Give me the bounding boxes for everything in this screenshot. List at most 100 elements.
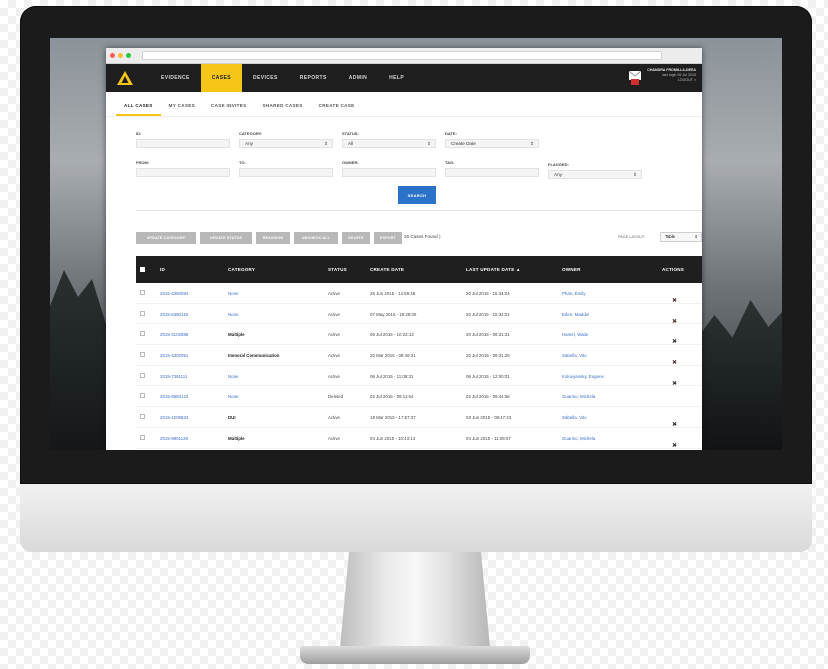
uncheck-all-button[interactable]: UNCHECK ALL [294,232,338,244]
search-button[interactable]: SEARCH [398,186,436,204]
column-last-update[interactable]: LAST UPDATE DATE ▲ [466,267,521,272]
table-body: 2015-4350094 None Active 25 Jun 2015 - 14:5… [136,283,702,449]
minimize-window-icon[interactable] [118,53,123,58]
case-category: None [228,373,239,379]
tab-create-case[interactable]: CREATE CASE [311,100,363,116]
tag-input[interactable] [445,168,539,177]
case-create-date: 04 Jun 2015 - 10:43:14 [370,435,416,441]
case-status: Active [328,311,340,317]
page-layout-label: PAGE LAYOUT: [618,235,645,239]
reassign-button[interactable]: REASSIGN [256,232,290,244]
monitor-stand [340,552,490,648]
nav-evidence[interactable]: EVIDENCE [150,64,201,92]
nav-devices[interactable]: DEVICES [242,64,289,92]
row-checkbox[interactable] [140,310,145,316]
case-owner-link[interactable]: Sabella, Vito [562,415,587,420]
column-category[interactable]: CATEGORY [228,267,255,272]
case-owner-link[interactable]: Kolovyansky, Eugene [562,374,604,379]
app-logo-icon[interactable] [114,69,136,87]
column-id[interactable]: ID [160,267,165,272]
row-checkbox[interactable] [140,352,145,358]
flagged-select[interactable]: Any ⇕ [548,170,642,179]
case-last-update: 20 Jul 2015 - 15:34:04 [466,291,510,296]
case-status: Deleted [328,394,344,400]
row-checkbox[interactable] [140,434,145,440]
page-layout-select[interactable]: Table ⇕ [660,232,702,242]
date-label: DATE: [445,131,457,136]
address-bar[interactable] [142,51,662,60]
case-category: None [228,291,239,296]
table-row[interactable]: 2015-7381111 None Active 06 Jul 2015 - 11:0… [136,366,702,387]
case-id-link[interactable]: 2015-4302091 [160,353,188,358]
case-id-link[interactable]: 2015-4209834 [160,415,188,420]
case-id-link[interactable]: 2015-3102888 [160,332,188,337]
case-status: Active [328,435,340,441]
monitor-stand-base [300,646,530,664]
case-last-update: 03 Jun 2015 - 08:47:43 [466,415,512,421]
date-select[interactable]: Create Date ⇕ [445,139,539,148]
nav-help[interactable]: HELP [378,64,415,92]
from-label: FROM: [136,160,150,165]
row-checkbox[interactable] [140,393,145,399]
to-input[interactable] [239,168,333,177]
nav-cases[interactable]: CASES [200,64,242,92]
case-id-link[interactable]: 2015-6390119 [160,312,188,317]
case-id-link[interactable]: 2015-4350094 [160,291,188,296]
browser-window: EVIDENCE CASES DEVICES REPORTS ADMIN HEL… [106,48,702,450]
id-input[interactable] [136,139,230,148]
row-checkbox[interactable] [140,414,145,420]
row-checkbox[interactable] [140,290,145,295]
nav-admin[interactable]: ADMIN [338,64,378,92]
tab-my-cases[interactable]: MY CASES [161,100,203,116]
case-category: DUI [228,415,236,421]
case-create-date: 06 Jul 2015 - 10:23:13 [370,332,414,338]
tab-shared-cases[interactable]: SHARED CASES [254,100,310,116]
case-owner-link[interactable]: Guarino, Michela [562,394,595,399]
case-owner-link[interactable]: Hamel, Wade [562,332,588,337]
tab-case-invites[interactable]: CASE INVITES [203,100,255,116]
case-owner-link[interactable]: Phan, Emily [562,291,585,296]
case-owner-link[interactable]: Guarino, Michela [562,436,595,441]
case-id-link[interactable]: 2015-9801128 [160,436,188,441]
row-checkbox[interactable] [140,331,145,337]
case-last-update: 20 Jul 2015 - 15:34:01 [466,311,510,317]
case-create-date: 20 Mar 2015 - 08:49:31 [370,353,416,359]
table-row[interactable]: 2015-6390119 None Active 07 May 2015 - 19:2… [136,304,702,325]
table-row[interactable]: 2015-4350094 None Active 25 Jun 2015 - 14:5… [136,283,702,304]
category-select[interactable]: Any ⇕ [239,139,333,148]
maximize-window-icon[interactable] [126,53,131,58]
column-status[interactable]: STATUS [328,267,347,272]
from-input[interactable] [136,168,230,177]
case-last-update: 04 Jun 2015 - 11:09:57 [466,435,511,441]
tab-all-cases[interactable]: ALL CASES [116,100,161,116]
case-category: Immoral Communication [228,353,280,359]
delete-button[interactable]: DELETE [342,232,370,244]
update-status-button[interactable]: UPDATE STATUS [200,232,252,244]
table-row[interactable]: 2015-9801128 Multiple Active 04 Jun 2015 - … [136,428,702,449]
case-category: None [228,311,239,317]
nav-reports[interactable]: REPORTS [289,64,338,92]
logout-link[interactable]: LOGOUT > [647,78,696,83]
close-window-icon[interactable] [110,53,115,58]
remove-icon[interactable]: ✕ [672,442,677,449]
case-status: Active [328,373,340,379]
update-category-button[interactable]: UPDATE CATEGORY [136,232,196,244]
filter-divider [136,210,702,211]
table-row[interactable]: 2015-4209834 DUI Active 19 Mar 2015 - 17:57… [136,407,702,428]
row-checkbox[interactable] [140,372,145,378]
column-create-date[interactable]: CREATE DATE [370,267,404,272]
table-row[interactable]: 2015-4302091 Immoral Communication Active 2… [136,345,702,366]
table-row[interactable]: 2015-3102888 Multiple Active 06 Jul 2015 - … [136,324,702,345]
mail-icon[interactable] [628,70,642,85]
case-id-link[interactable]: 2015-7381111 [160,374,187,379]
export-button[interactable]: EXPORT [374,232,402,244]
select-all-checkbox[interactable] [140,267,145,272]
case-create-date: 02 Jul 2015 - 09:11:54 [370,394,414,400]
status-select[interactable]: All ⇕ [342,139,436,148]
table-row[interactable]: 2015-6893123 None Deleted 02 Jul 2015 - 09:… [136,386,702,408]
column-owner[interactable]: OWNER [562,267,581,272]
case-owner-link[interactable]: Sabella, Vito [562,353,587,358]
case-owner-link[interactable]: Eden, Maddie [562,312,589,317]
owner-input[interactable] [342,168,436,177]
case-id-link[interactable]: 2015-6893123 [160,394,188,399]
